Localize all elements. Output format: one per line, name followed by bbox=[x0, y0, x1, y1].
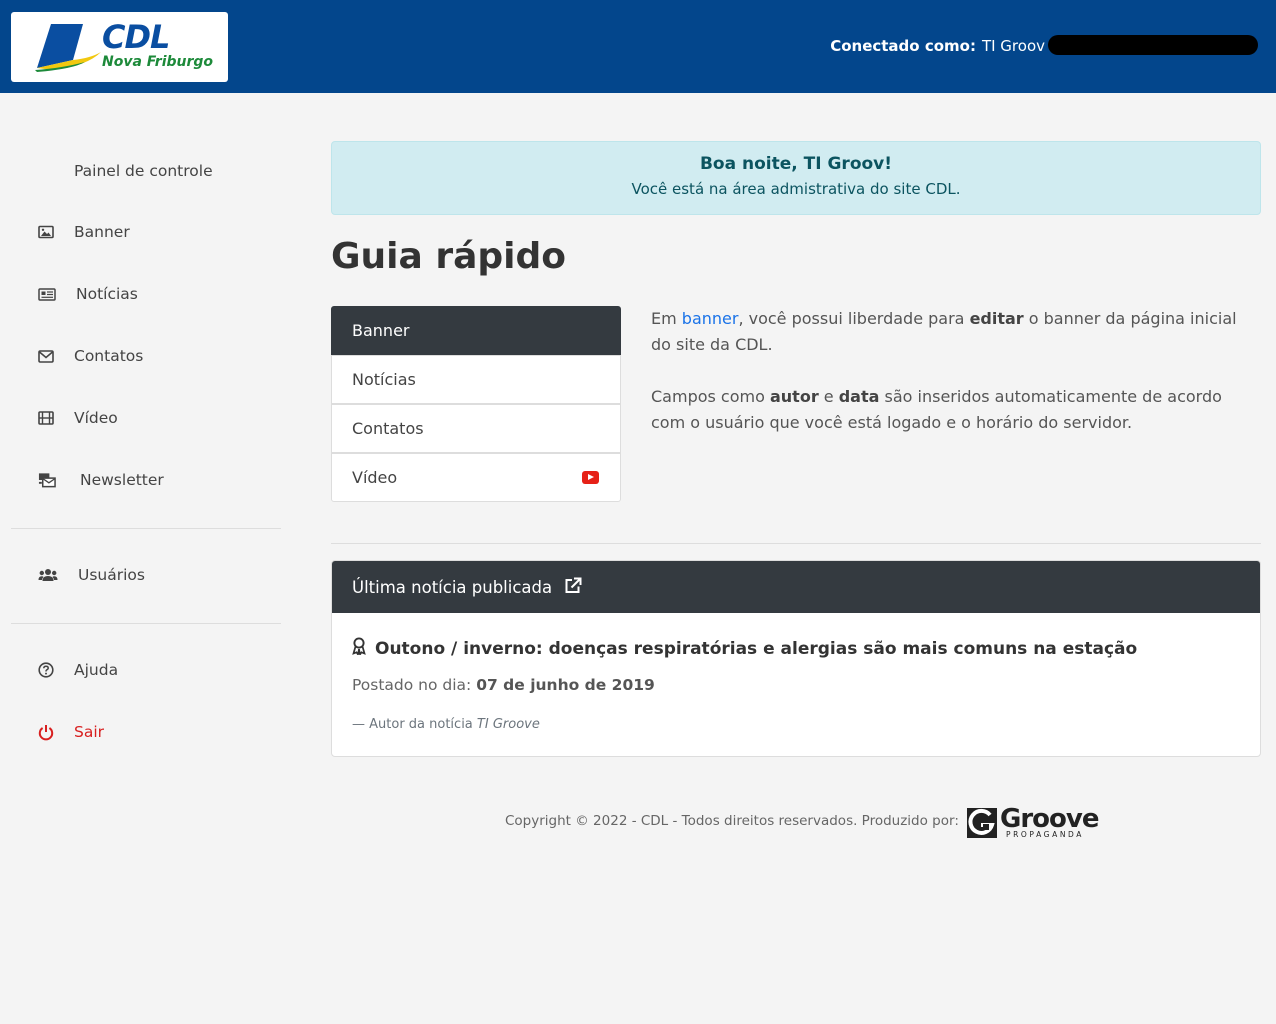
users-icon bbox=[38, 566, 58, 584]
sidebar-divider bbox=[11, 623, 281, 624]
sidebar-item-label: Notícias bbox=[76, 285, 138, 303]
tab-label: Contatos bbox=[352, 419, 424, 438]
news-author: — Autor da notícia TI Groove bbox=[352, 717, 540, 732]
guide-paragraph: Campos como autor e data são inseridos a… bbox=[651, 384, 1261, 436]
groove-logo[interactable]: Groove PROPAGANDA bbox=[966, 804, 1099, 840]
banner-link[interactable]: banner bbox=[682, 309, 739, 328]
news-title[interactable]: Outono / inverno: doenças respiratórias … bbox=[352, 637, 1137, 660]
date-value: 07 de junho de 2019 bbox=[476, 676, 655, 694]
text-bold: data bbox=[838, 387, 880, 406]
sidebar-item-label: Sair bbox=[74, 723, 105, 741]
tab-noticias[interactable]: Notícias bbox=[331, 355, 621, 404]
guide-content: Em banner, você possui liberdade para ed… bbox=[651, 306, 1261, 436]
redaction-mark bbox=[1048, 35, 1258, 55]
groove-logo-mark bbox=[967, 808, 997, 838]
sidebar-item-label: Painel de controle bbox=[74, 162, 213, 180]
youtube-icon bbox=[582, 471, 599, 484]
guide-paragraph: Em banner, você possui liberdade para ed… bbox=[651, 306, 1261, 358]
tab-label: Notícias bbox=[352, 370, 416, 389]
news-title-text: Outono / inverno: doenças respiratórias … bbox=[375, 638, 1138, 659]
footer-copyright: Copyright © 2022 - CDL - Todos direitos … bbox=[505, 813, 959, 829]
groove-brand-sub: PROPAGANDA bbox=[1006, 830, 1085, 839]
latest-news-card: Última notícia publicada Outono / invern… bbox=[331, 560, 1261, 757]
sidebar-item-label: Ajuda bbox=[74, 661, 119, 679]
date-label: Postado no dia: bbox=[352, 676, 472, 694]
welcome-alert: Boa noite, TI Groov! Você está na área a… bbox=[331, 141, 1261, 215]
latest-news-header-label: Última notícia publicada bbox=[352, 577, 553, 597]
logo-text: CDL bbox=[102, 18, 170, 56]
page-title: Guia rápido bbox=[331, 236, 567, 277]
author-name: TI Groove bbox=[476, 717, 540, 732]
sidebar-item-label: Banner bbox=[74, 223, 130, 241]
external-link-icon[interactable] bbox=[564, 577, 582, 598]
sidebar-item-label: Usuários bbox=[78, 566, 145, 584]
tab-label: Vídeo bbox=[352, 468, 398, 487]
envelope-icon bbox=[37, 347, 55, 365]
newspaper-icon bbox=[38, 285, 56, 303]
greeting-text: Boa noite, TI Groov! bbox=[699, 154, 893, 174]
award-icon bbox=[352, 637, 366, 660]
alert-message: Você está na área admistrativa do site C… bbox=[631, 180, 961, 198]
text: Em bbox=[651, 309, 682, 328]
tab-banner[interactable]: Banner bbox=[331, 306, 621, 355]
connected-username: TI Groov bbox=[981, 37, 1045, 55]
film-icon bbox=[37, 409, 55, 427]
tab-contatos[interactable]: Contatos bbox=[331, 404, 621, 453]
question-circle-icon bbox=[37, 661, 55, 679]
image-icon bbox=[37, 223, 55, 241]
power-icon bbox=[37, 723, 55, 741]
cdl-logo-mark bbox=[35, 24, 101, 72]
text-bold: editar bbox=[969, 309, 1024, 328]
text-bold: autor bbox=[769, 387, 819, 406]
sidebar-item-label: Newsletter bbox=[80, 471, 164, 489]
text: , você possui liberdade para bbox=[738, 309, 970, 328]
sidebar-item-label: Vídeo bbox=[74, 409, 118, 427]
news-date: Postado no dia: 07 de junho de 2019 bbox=[352, 676, 655, 694]
latest-news-header[interactable]: Última notícia publicada bbox=[332, 561, 1260, 613]
connected-label: Conectado como: bbox=[830, 37, 976, 55]
tab-video[interactable]: Vídeo bbox=[331, 453, 621, 502]
text: Campos como bbox=[651, 387, 770, 406]
mail-bulk-icon bbox=[38, 471, 56, 489]
section-divider bbox=[331, 543, 1261, 544]
sidebar-item-label: Contatos bbox=[74, 347, 144, 365]
author-label: — Autor da notícia bbox=[352, 717, 473, 732]
cdl-logo[interactable]: CDL Nova Friburgo bbox=[11, 12, 228, 82]
text: e bbox=[818, 387, 839, 406]
sidebar-divider bbox=[11, 528, 281, 529]
tab-label: Banner bbox=[352, 321, 410, 340]
connected-user-info: Conectado como: TI Groov bbox=[830, 37, 1045, 55]
logo-city: Nova Friburgo bbox=[102, 54, 214, 70]
top-navbar: CDL Nova Friburgo Conectado como: TI Groo… bbox=[0, 0, 1276, 93]
